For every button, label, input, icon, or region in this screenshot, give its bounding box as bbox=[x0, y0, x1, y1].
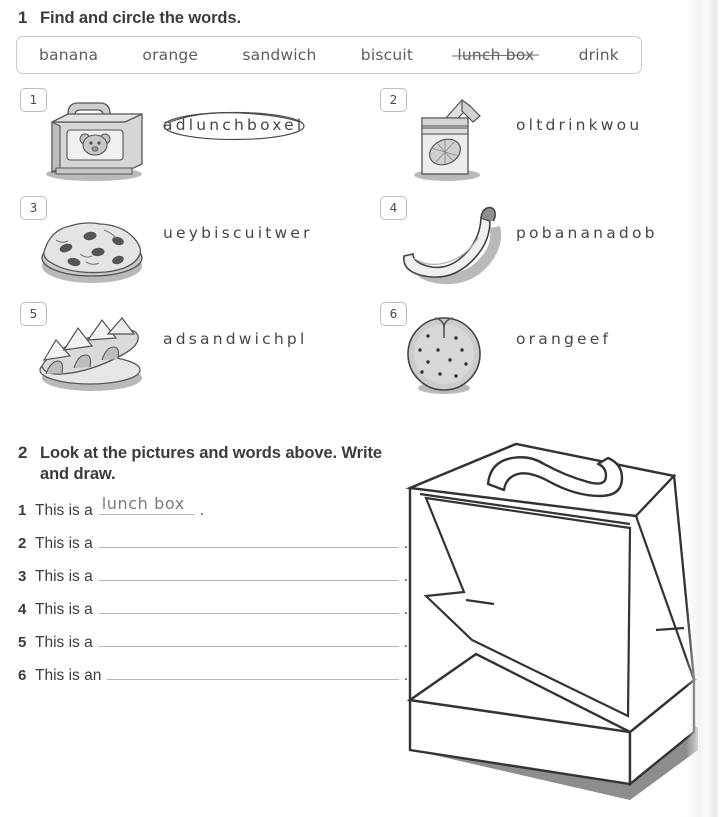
sentence-row-3: 3 This is a . bbox=[18, 561, 408, 594]
open-lunch-box-drawing[interactable] bbox=[398, 432, 714, 810]
puzzle-item-4: 4 pobananadob bbox=[368, 196, 720, 300]
answer-blank-4[interactable] bbox=[98, 594, 399, 614]
sentence-number: 2 bbox=[18, 535, 27, 552]
word-bank-item-lunch-box[interactable]: lunch box bbox=[457, 46, 534, 64]
sentence-stem: This is a bbox=[35, 634, 93, 651]
sentence-number: 3 bbox=[18, 568, 27, 585]
answer-blank-6[interactable] bbox=[107, 660, 399, 680]
puzzle-item-5: 5 adsandwichpl bbox=[8, 302, 360, 406]
orange-picture bbox=[390, 306, 520, 402]
lunch-box-picture bbox=[30, 92, 160, 188]
word-bank-item-biscuit[interactable]: biscuit bbox=[361, 46, 413, 64]
word-bank-item-banana[interactable]: banana bbox=[39, 46, 98, 64]
exercise-2-title: Look at the pictures and words above. Wr… bbox=[40, 444, 382, 483]
puzzle-letters-5: adsandwichpl bbox=[163, 330, 308, 348]
item-number-badge: 1 bbox=[20, 88, 47, 112]
word-bank: banana orange sandwich biscuit lunch box… bbox=[16, 36, 642, 74]
sentence-row-6: 6 This is an . bbox=[18, 660, 408, 693]
puzzle-letters-4: pobananadob bbox=[516, 224, 658, 242]
puzzle-item-6: 6 orangeef bbox=[368, 302, 720, 406]
exercise-2-number: 2 bbox=[18, 443, 28, 462]
sentence-stem: This is a bbox=[35, 568, 93, 585]
answer-blank-2[interactable] bbox=[98, 528, 399, 548]
sentence-row-4: 4 This is a . bbox=[18, 594, 408, 627]
sentence-row-1: 1 This is a lunch box . bbox=[18, 494, 408, 528]
answer-blank-3[interactable] bbox=[98, 561, 399, 581]
word-bank-item-drink[interactable]: drink bbox=[579, 46, 619, 64]
puzzle-letters-2: oltdrinkwou bbox=[516, 116, 643, 134]
item-number-badge: 5 bbox=[20, 302, 47, 326]
banana-picture bbox=[390, 200, 520, 296]
puzzle-item-1: 1 adlunchboxel bbox=[8, 88, 360, 192]
puzzle-item-3: 3 ueybiscuitwer bbox=[8, 196, 360, 300]
item-number-badge: 3 bbox=[20, 196, 47, 220]
sentence-row-5: 5 This is a . bbox=[18, 627, 408, 660]
biscuit-picture bbox=[30, 200, 160, 296]
exercise-1-number: 1 bbox=[18, 8, 28, 27]
item-number-badge: 6 bbox=[380, 302, 407, 326]
item-number-badge: 4 bbox=[380, 196, 407, 220]
sentence-number: 1 bbox=[18, 502, 27, 519]
item-number-badge: 2 bbox=[380, 88, 407, 112]
puzzle-letters-6: orangeef bbox=[516, 330, 612, 348]
answer-text-1: lunch box bbox=[101, 494, 185, 513]
worksheet-page: 1 Find and circle the words. banana oran… bbox=[0, 0, 720, 817]
sentence-number: 4 bbox=[18, 601, 27, 618]
exercise-2-heading: 2 Look at the pictures and words above. … bbox=[18, 443, 398, 485]
sentence-number: 5 bbox=[18, 634, 27, 651]
answer-blank-1[interactable]: lunch box bbox=[98, 494, 195, 515]
sentence-row-2: 2 This is a . bbox=[18, 528, 408, 561]
word-bank-item-orange[interactable]: orange bbox=[142, 46, 198, 64]
sentence-period: . bbox=[199, 502, 205, 519]
sentence-list: 1 This is a lunch box . 2 This is a . 3 … bbox=[18, 494, 408, 693]
sentence-stem: This is a bbox=[35, 502, 93, 519]
sentence-stem: This is a bbox=[35, 535, 93, 552]
puzzle-letters-1: adlunchboxel bbox=[163, 116, 305, 134]
puzzle-letters-3: ueybiscuitwer bbox=[163, 224, 313, 242]
word-bank-item-sandwich[interactable]: sandwich bbox=[242, 46, 316, 64]
sentence-stem: This is a bbox=[35, 601, 93, 618]
sandwich-picture bbox=[30, 306, 160, 402]
exercise-1-title: Find and circle the words. bbox=[40, 9, 241, 27]
sentence-stem: This is an bbox=[35, 667, 102, 684]
answer-blank-5[interactable] bbox=[98, 627, 399, 647]
exercise-1-heading: 1 Find and circle the words. bbox=[18, 8, 241, 29]
sentence-number: 6 bbox=[18, 667, 27, 684]
drink-carton-picture bbox=[390, 92, 520, 188]
puzzle-item-2: 2 oltdrinkwou bbox=[368, 88, 720, 192]
